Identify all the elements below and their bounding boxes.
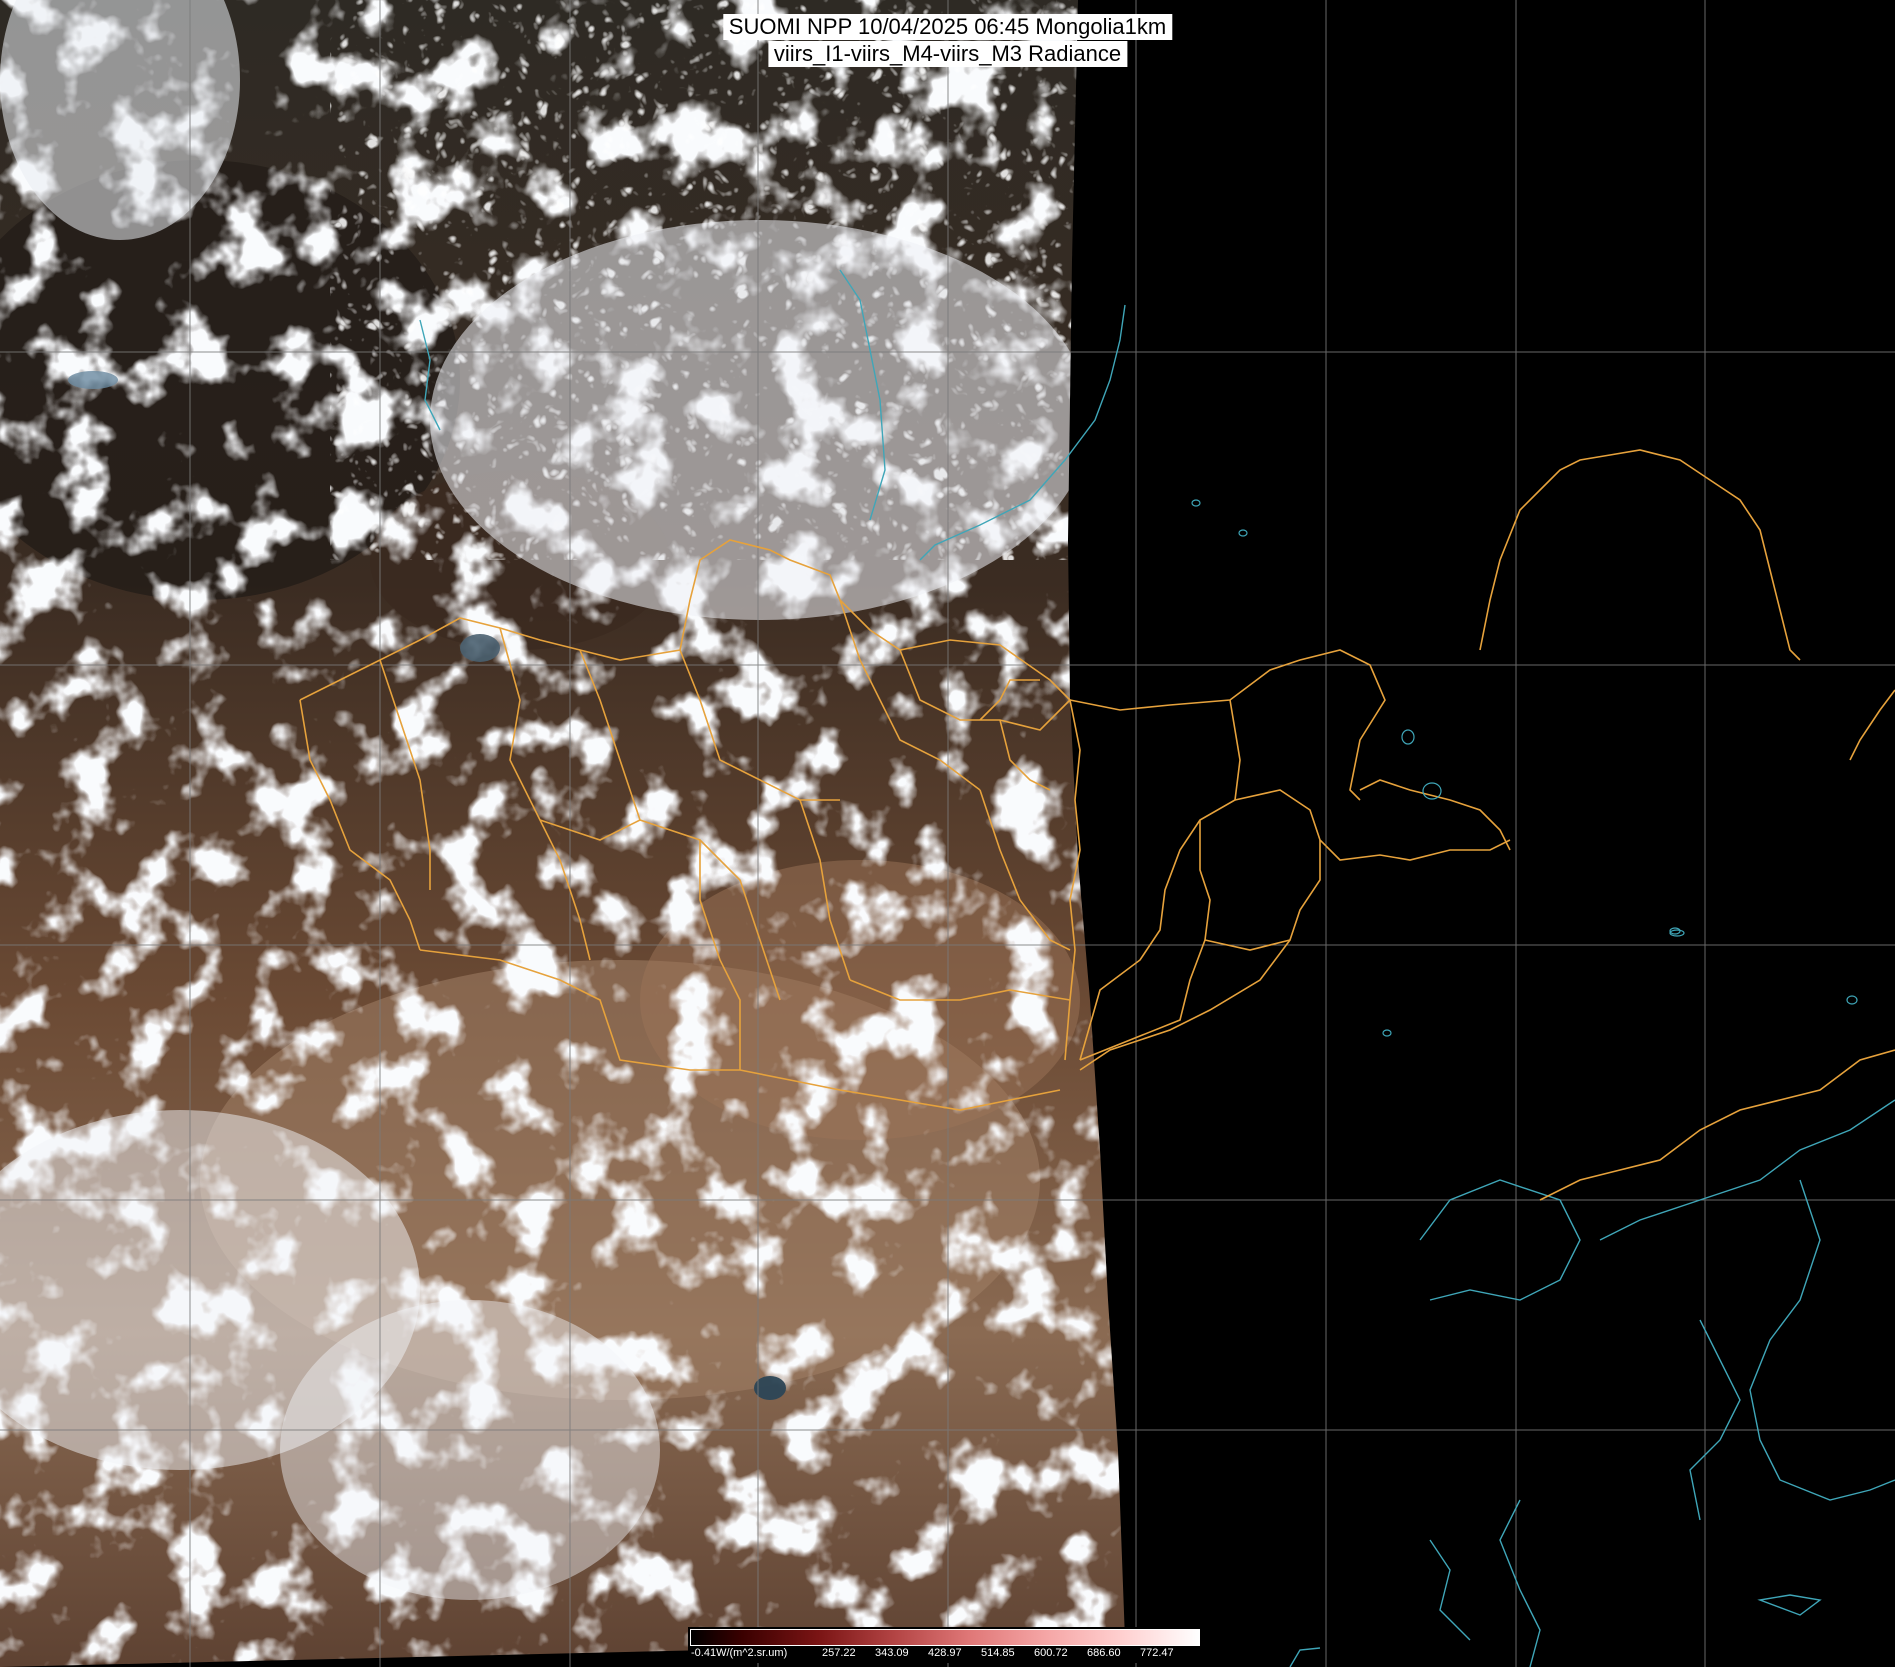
image-title-line-1: SUOMI NPP 10/04/2025 06:45 Mongolia1km [722,14,1173,40]
satellite-map [0,0,1895,1667]
legend-color-bar [690,1629,1200,1646]
legend-tick-2: 343.09 [875,1647,909,1659]
image-title-line-2: viirs_I1-viirs_M4-viirs_M3 Radiance [767,41,1128,67]
lakes [1191,499,1858,1037]
imagery-swath [0,0,1125,1667]
legend-tick-3: 428.97 [928,1647,962,1659]
legend-unit-label: -0.41W/(m^2.sr.um) [691,1647,788,1659]
legend-tick-4: 514.85 [981,1647,1015,1659]
legend-tick-5: 600.72 [1034,1647,1068,1659]
legend-tick-1: 257.22 [822,1647,856,1659]
radiance-legend: -0.41W/(m^2.sr.um) 257.22 343.09 428.97 … [688,1627,1204,1663]
legend-tick-7: 772.47 [1140,1647,1174,1659]
legend-tick-6: 686.60 [1087,1647,1121,1659]
satellite-image-viewer: SUOMI NPP 10/04/2025 06:45 Mongolia1km v… [0,0,1895,1667]
